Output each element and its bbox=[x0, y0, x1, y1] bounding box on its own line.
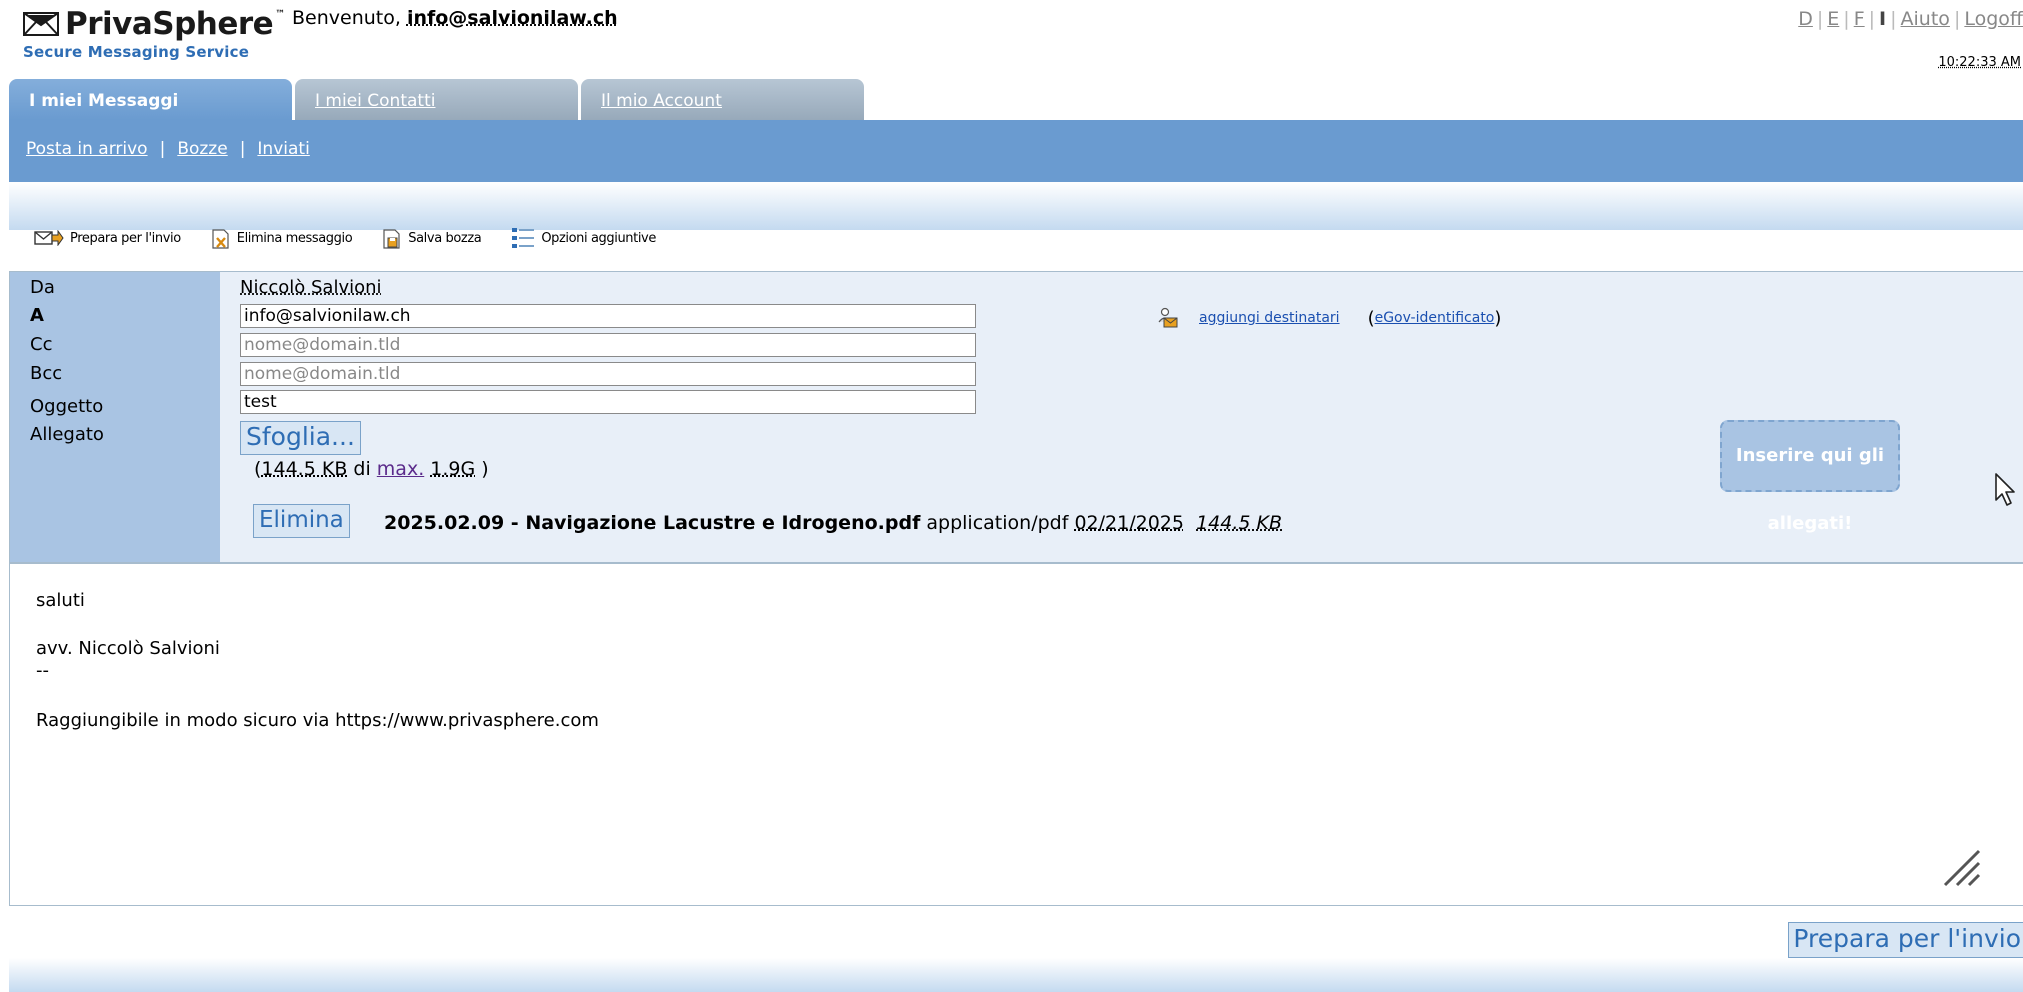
options-list-icon bbox=[512, 228, 535, 248]
label-attachment: Allegato bbox=[30, 424, 104, 445]
label-from: Da bbox=[30, 277, 55, 298]
lang-en-link[interactable]: E bbox=[1827, 8, 1839, 30]
browse-attachment-button[interactable]: Sfoglia... bbox=[240, 421, 361, 455]
welcome-prefix: Benvenuto, bbox=[292, 7, 401, 29]
subnav-inbox[interactable]: Posta in arrivo bbox=[26, 139, 148, 159]
tab-my-account[interactable]: Il mio Account bbox=[581, 79, 864, 120]
session-clock: 10:22:33 AM bbox=[1938, 55, 2021, 70]
label-cc: Cc bbox=[30, 334, 53, 355]
to-field[interactable] bbox=[240, 304, 976, 328]
send-envelope-icon bbox=[34, 230, 64, 246]
trademark: ™ bbox=[275, 8, 285, 20]
attachment-row: 2025.02.09 - Navigazione Lacustre e Idro… bbox=[384, 512, 1282, 534]
attachment-size: 144.5 KB bbox=[1196, 512, 1283, 534]
brand-name: PrivaSphere bbox=[65, 6, 274, 42]
save-draft-icon bbox=[383, 229, 400, 249]
help-link[interactable]: Aiuto bbox=[1901, 8, 1950, 30]
quota-used: 144.5 KB bbox=[261, 458, 348, 480]
quota-max-link[interactable]: max. bbox=[377, 458, 424, 480]
sub-navigation: Posta in arrivo | Bozze | Inviati bbox=[9, 120, 2023, 182]
prepare-send-button[interactable]: Prepara per l'invio bbox=[1788, 922, 2023, 958]
attachment-date: 02/21/2025 bbox=[1074, 512, 1184, 534]
lang-de-link[interactable]: D bbox=[1798, 8, 1813, 30]
footer-gradient-band bbox=[9, 958, 2023, 992]
add-recipients-area: aggiungi destinatari (eGov-identificato) bbox=[1157, 307, 1501, 329]
quota-of: di bbox=[353, 458, 371, 480]
compose-toolbar: Prepara per l'invio Elimina messaggio Sa… bbox=[34, 226, 686, 250]
bcc-field[interactable] bbox=[240, 362, 976, 386]
tab-my-messages[interactable]: I miei Messaggi bbox=[9, 79, 292, 120]
top-links: D | E | F | I | Aiuto | Logoff bbox=[1798, 8, 2023, 30]
message-body-editor[interactable]: saluti avv. Niccolò Salvioni -- Raggiung… bbox=[9, 563, 2023, 906]
lang-fr-link[interactable]: F bbox=[1854, 8, 1865, 30]
current-user: info@salvionilaw.ch bbox=[406, 7, 618, 29]
attachment-drop-zone[interactable]: Inserire qui gli allegati! bbox=[1720, 420, 1900, 534]
attachment-quota: (144.5 KB di max. 1.9G ) bbox=[254, 458, 489, 480]
prepare-send-toolbar-button[interactable]: Prepara per l'invio bbox=[34, 230, 181, 246]
delete-document-icon bbox=[212, 229, 229, 249]
attachment-filename: 2025.02.09 - Navigazione Lacustre e Idro… bbox=[384, 512, 921, 534]
egov-identified-link[interactable]: eGov-identificato bbox=[1375, 310, 1495, 326]
body-line-4: Raggiungibile in modo sicuro via https:/… bbox=[36, 710, 599, 731]
from-value: Niccolò Salvioni bbox=[240, 277, 382, 298]
add-recipients-link[interactable]: aggiungi destinatari bbox=[1199, 310, 1340, 326]
delete-message-button[interactable]: Elimina messaggio bbox=[211, 226, 353, 250]
compose-form: Da A Cc Bcc Oggetto Allegato Niccolò Sal… bbox=[9, 271, 2023, 563]
tab-my-contacts[interactable]: I miei Contatti bbox=[295, 79, 578, 120]
subnav-sent[interactable]: Inviati bbox=[257, 139, 309, 159]
subject-field[interactable] bbox=[240, 390, 976, 414]
save-draft-button[interactable]: Salva bozza bbox=[382, 226, 482, 250]
body-line-3: -- bbox=[36, 660, 49, 681]
welcome-message: Benvenuto, info@salvionilaw.ch bbox=[292, 7, 618, 29]
resize-handle-icon[interactable] bbox=[1941, 847, 1981, 887]
delete-attachment-button[interactable]: Elimina bbox=[253, 504, 350, 538]
body-line-2: avv. Niccolò Salvioni bbox=[36, 638, 220, 659]
label-to: A bbox=[30, 305, 44, 326]
subnav-drafts[interactable]: Bozze bbox=[177, 139, 227, 159]
envelope-logo-icon bbox=[23, 12, 59, 36]
body-line-1: saluti bbox=[36, 590, 85, 611]
cc-field[interactable] bbox=[240, 333, 976, 357]
address-book-icon[interactable] bbox=[1157, 307, 1179, 329]
attachment-type: application/pdf bbox=[926, 512, 1069, 534]
quota-max: 1.9G bbox=[430, 458, 476, 480]
brand-subtitle: Secure Messaging Service bbox=[23, 43, 250, 61]
more-options-button[interactable]: Opzioni aggiuntive bbox=[511, 227, 656, 249]
main-tabs: I miei Messaggi I miei Contatti Il mio A… bbox=[9, 79, 867, 120]
label-bcc: Bcc bbox=[30, 363, 63, 384]
label-subject: Oggetto bbox=[30, 396, 104, 417]
privasphere-logo: PrivaSphere ™ Secure Messaging Service bbox=[23, 6, 285, 61]
logoff-link[interactable]: Logoff bbox=[1964, 8, 2023, 30]
mouse-cursor-icon bbox=[1995, 473, 2015, 506]
gradient-band bbox=[9, 182, 2023, 230]
lang-it-current: I bbox=[1879, 8, 1887, 30]
